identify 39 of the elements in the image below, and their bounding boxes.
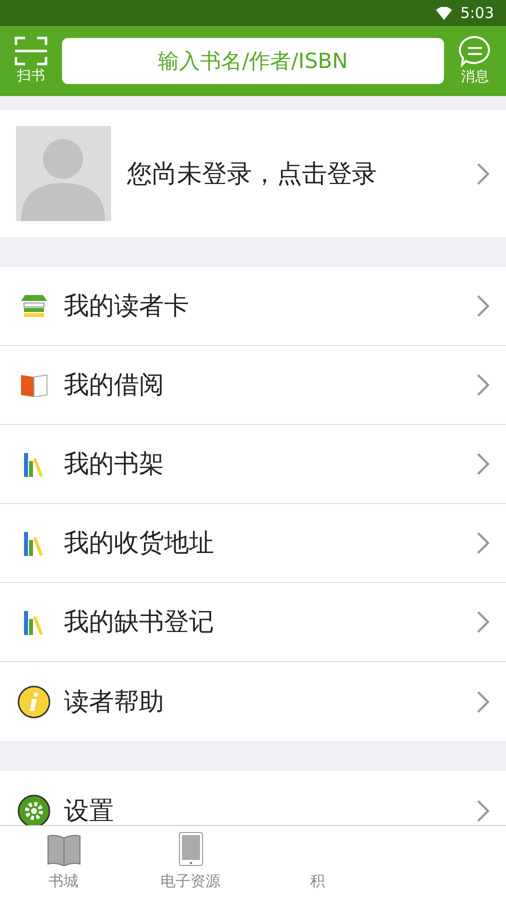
clock: 5:03 (460, 2, 494, 24)
chevron-right-icon (476, 610, 490, 634)
search-field[interactable]: 输入书名/作者/ISBN (62, 38, 444, 84)
nav-tab[interactable]: 书城 (0, 826, 127, 900)
menu-item[interactable]: 我的书架 (0, 425, 506, 504)
menu-label: 我的书架 (64, 448, 165, 480)
menu-label: 设置 (64, 794, 115, 825)
books-icon (22, 609, 46, 635)
chevron-right-icon (476, 531, 490, 555)
menu-label: 我的读者卡 (64, 290, 190, 322)
open-book-icon (20, 373, 48, 397)
book-icon (46, 834, 80, 866)
chevron-right-icon (476, 798, 490, 822)
books-icon (22, 530, 46, 556)
menu-label: 我的缺书登记 (64, 606, 215, 638)
menu-label: 我的收货地址 (64, 527, 215, 560)
menu-item[interactable]: 我的读者卡 (0, 267, 506, 346)
scan-icon (14, 36, 48, 66)
login-prompt: 您尚未登录，点击登录 (127, 158, 378, 190)
nav-tab[interactable]: 积 (254, 826, 381, 900)
chevron-right-icon (476, 294, 490, 318)
chevron-right-icon (476, 452, 490, 476)
chat-icon (458, 34, 492, 66)
chevron-right-icon (476, 690, 490, 714)
menu-item[interactable]: 我的缺书登记 (0, 583, 506, 662)
menu-label: 我的借阅 (64, 369, 165, 402)
chevron-right-icon (476, 162, 490, 186)
wifi-icon (436, 6, 452, 20)
chevron-right-icon (476, 373, 490, 397)
tablet-icon (178, 832, 202, 866)
menu-item[interactable]: 我的收货地址 (0, 504, 506, 583)
menu-item[interactable]: 我的借阅 (0, 346, 506, 425)
nav-tab[interactable]: 电子资源 (127, 826, 254, 900)
info-icon (17, 684, 51, 718)
books-icon (22, 451, 46, 477)
menu-label: 读者帮助 (64, 686, 165, 718)
book-stack-icon (20, 295, 48, 317)
login-row[interactable]: 您尚未登录，点击登录 (0, 110, 506, 237)
menu-item[interactable]: 读者帮助 (0, 662, 506, 741)
